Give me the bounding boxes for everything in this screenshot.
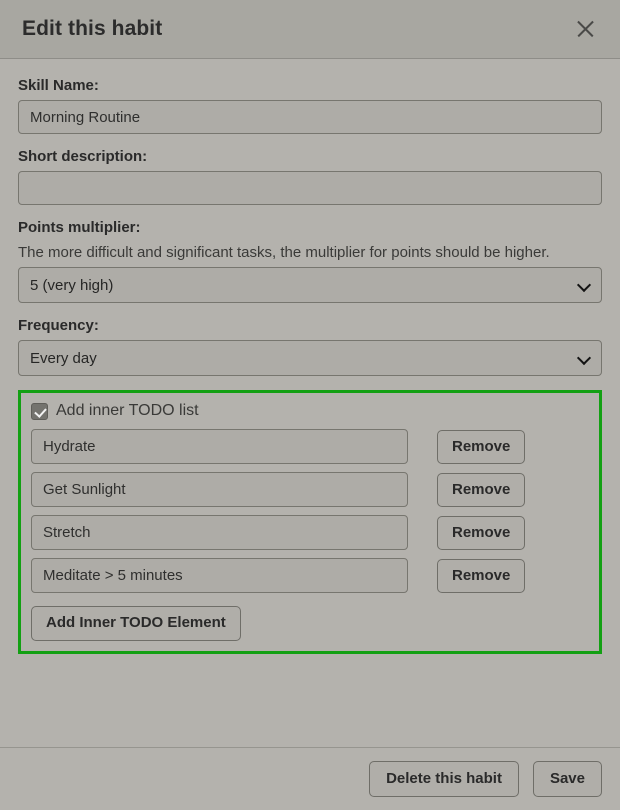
add-inner-todo-checkbox[interactable] <box>31 402 48 420</box>
points-multiplier-field: Points multiplier: The more difficult an… <box>18 219 602 304</box>
frequency-field: Frequency: Every day <box>18 317 602 377</box>
add-inner-todo-label: Add inner TODO list <box>56 402 199 420</box>
todo-item-row: Remove <box>31 429 589 465</box>
points-multiplier-select-wrap: 5 (very high) <box>18 267 602 304</box>
edit-habit-dialog: Edit this habit Skill Name: Short descri… <box>0 0 620 810</box>
todo-item-input[interactable] <box>31 429 408 465</box>
remove-todo-button[interactable]: Remove <box>437 429 526 465</box>
points-multiplier-select[interactable]: 5 (very high) <box>18 267 602 304</box>
frequency-value: Every day <box>30 349 97 367</box>
frequency-select-wrap: Every day <box>18 340 602 377</box>
delete-habit-button[interactable]: Delete this habit <box>369 760 519 798</box>
remove-todo-button[interactable]: Remove <box>437 515 526 551</box>
frequency-select[interactable]: Every day <box>18 340 602 377</box>
todo-item-row: Remove <box>31 558 589 594</box>
short-description-label: Short description: <box>18 148 148 165</box>
short-description-field: Short description: <box>18 148 602 205</box>
points-multiplier-value: 5 (very high) <box>30 276 114 294</box>
inner-todo-section: Add inner TODO list Remove Remove Remove… <box>18 390 602 654</box>
points-multiplier-label: Points multiplier: <box>18 219 141 236</box>
short-description-input[interactable] <box>18 171 602 205</box>
remove-todo-button[interactable]: Remove <box>437 558 526 594</box>
points-multiplier-help: The more difficult and significant tasks… <box>18 244 550 261</box>
todo-item-input[interactable] <box>31 515 408 551</box>
close-icon[interactable] <box>568 12 602 46</box>
save-button[interactable]: Save <box>532 760 602 798</box>
remove-todo-button[interactable]: Remove <box>437 472 526 508</box>
todo-item-row: Remove <box>31 515 589 551</box>
todo-item-input[interactable] <box>31 558 408 594</box>
skill-name-field: Skill Name: <box>18 77 602 134</box>
dialog-title: Edit this habit <box>22 17 163 40</box>
frequency-label: Frequency: <box>18 317 99 335</box>
dialog-body: Skill Name: Short description: Points mu… <box>0 59 620 747</box>
add-inner-todo-checkbox-row[interactable]: Add inner TODO list <box>31 402 589 420</box>
todo-item-input[interactable] <box>31 472 408 508</box>
add-inner-todo-element-button[interactable]: Add Inner TODO Element <box>31 606 241 641</box>
skill-name-input[interactable] <box>18 100 602 134</box>
dialog-header: Edit this habit <box>0 0 620 59</box>
skill-name-label: Skill Name: <box>18 77 99 94</box>
todo-item-row: Remove <box>31 472 589 508</box>
dialog-footer: Delete this habit Save <box>0 747 620 810</box>
